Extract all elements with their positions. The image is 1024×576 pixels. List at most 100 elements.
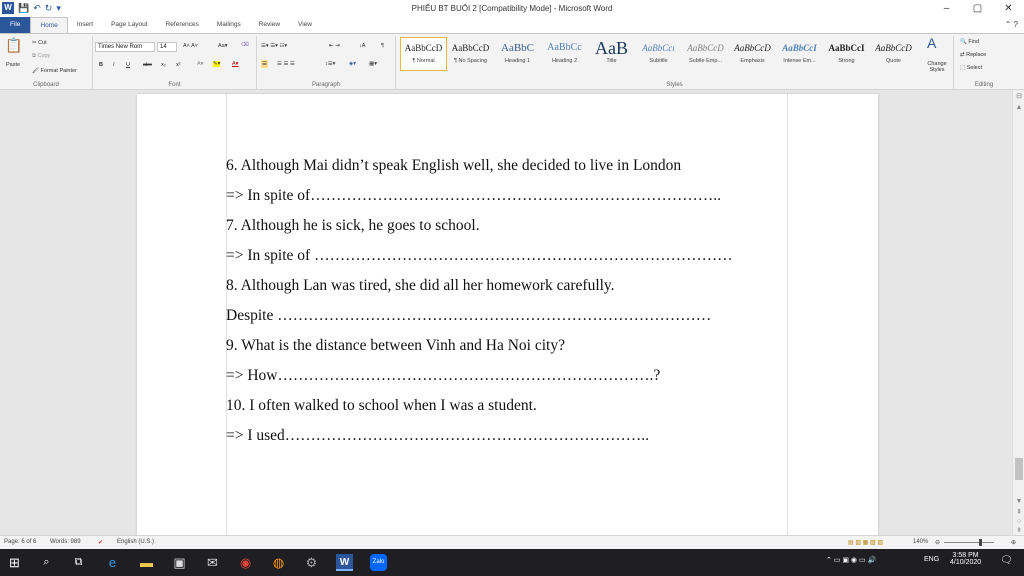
style-title[interactable]: AaB Title	[588, 37, 635, 71]
align-buttons-icon[interactable]: ☰ ☰ ☰	[277, 61, 295, 67]
scroll-thumb[interactable]	[1015, 458, 1023, 480]
zoom-in-icon[interactable]: ⊕	[1011, 539, 1016, 546]
paste-icon[interactable]: 📋	[4, 38, 24, 52]
subscript-button[interactable]: x₂	[161, 62, 166, 68]
notifications-icon[interactable]: 🗨	[1000, 555, 1013, 566]
ruler-toggle-icon[interactable]: ⊟	[1013, 92, 1024, 100]
page-count[interactable]: Page: 6 of 6	[4, 539, 36, 545]
minimize-button[interactable]: –	[931, 0, 962, 17]
style-subtitle[interactable]: AaBbCcı Subtitle	[635, 37, 682, 71]
bold-button[interactable]: B	[99, 62, 103, 68]
doc-line: => In spite of………………………………………………………………………	[226, 187, 721, 204]
bullets-icon[interactable]: ☰▾ ☰▾ ☷▾	[261, 43, 287, 49]
view-buttons-icon[interactable]: ▤ ▥ ▦ ▧ ▨	[848, 539, 883, 546]
tab-home[interactable]: Home	[30, 17, 68, 33]
proofing-icon[interactable]: ✔	[98, 539, 103, 546]
tab-mailings[interactable]: Mailings	[208, 17, 250, 33]
show-marks-button[interactable]: ¶	[381, 43, 384, 49]
tab-insert[interactable]: Insert	[68, 17, 102, 33]
sort-icon[interactable]: ↓A	[359, 43, 365, 49]
style-preview: AaBbCcI	[782, 43, 817, 53]
superscript-button[interactable]: x²	[176, 62, 181, 68]
copy-button[interactable]: ⧉ Copy	[32, 53, 50, 60]
style-strong[interactable]: AaBbCcI Strong	[823, 37, 870, 71]
style-normal[interactable]: AaBbCcD ¶ Normal	[400, 37, 447, 71]
indent-icon[interactable]: ⇤ ⇥	[329, 43, 340, 49]
tab-references[interactable]: References	[157, 17, 208, 33]
search-icon[interactable]: ⌕	[38, 554, 55, 571]
chrome-icon[interactable]: ◉	[237, 554, 254, 571]
word-count[interactable]: Words: 989	[50, 539, 81, 545]
zoom-out-icon[interactable]: ⊖	[935, 539, 940, 546]
italic-button[interactable]: I	[113, 62, 115, 68]
store-icon[interactable]: ▣	[171, 554, 188, 571]
mail-icon[interactable]: ✉	[204, 554, 221, 571]
window-title: PHIẾU BT BUỔI 2 [Compatibility Mode] - M…	[411, 4, 613, 13]
tab-file[interactable]: File	[0, 17, 31, 33]
file-explorer-icon[interactable]: ▬	[138, 554, 155, 571]
change-case-icon[interactable]: Aa▾	[218, 43, 228, 49]
help-icon[interactable]: ⌃ ?	[1005, 17, 1024, 33]
word-taskbar-icon[interactable]: W	[336, 554, 353, 571]
font-size-select[interactable]: 14	[157, 42, 177, 52]
clipboard-group: 📋 Paste ✂ Cut ⧉ Copy 🖌 Format Painter Cl…	[0, 36, 93, 89]
clear-format-icon[interactable]: ⌫	[241, 42, 249, 48]
find-button[interactable]: 🔍 Find	[960, 39, 979, 45]
cut-button[interactable]: ✂ Cut	[32, 40, 47, 46]
change-styles-button[interactable]: Change Styles	[922, 61, 952, 73]
task-view-icon[interactable]: ⧉	[70, 554, 87, 571]
font-name-select[interactable]: Times New Rom	[95, 42, 155, 52]
align-left-icon[interactable]: ☰	[261, 60, 268, 68]
line-spacing-icon[interactable]: ↕☰▾	[325, 61, 335, 67]
scroll-up-icon[interactable]: ▲	[1013, 104, 1024, 111]
strikethrough-button[interactable]: abc	[143, 62, 152, 68]
edge-icon[interactable]: e	[104, 554, 121, 571]
style-heading-1[interactable]: AaBbC Heading 1	[494, 37, 541, 71]
style-emphasis[interactable]: AaBbCcD Emphasis	[729, 37, 776, 71]
settings-icon[interactable]: ⚙	[303, 554, 320, 571]
highlight-icon[interactable]: ✎▾	[213, 61, 221, 67]
tray-icons[interactable]: ⌃ ▭ ▣ ◉ ▭ 🔊	[826, 556, 876, 564]
browse-object-icon[interactable]: ○	[1013, 518, 1024, 525]
borders-icon[interactable]: ▦▾	[369, 61, 377, 67]
document-page[interactable]: 6. Although Mai didn’t speak English wel…	[137, 94, 878, 535]
format-painter-button[interactable]: 🖌 Format Painter	[32, 68, 77, 74]
tab-review[interactable]: Review	[250, 17, 289, 33]
style-preview: AaBbC	[501, 42, 534, 54]
text-effects-icon[interactable]: A▾	[197, 61, 203, 67]
next-page-icon[interactable]: ⇟	[1013, 526, 1024, 534]
grow-font-icon[interactable]: A˄ A˅	[183, 43, 198, 49]
clock[interactable]: 3:58 PM 4/10/2020	[950, 552, 981, 566]
style-subtle-emphasis[interactable]: AaBbCcD Subtle Emp...	[682, 37, 729, 71]
firefox-icon[interactable]: ◍	[270, 554, 287, 571]
vertical-scrollbar[interactable]: ⊟ ▲ ▼ ⇞ ○ ⇟	[1012, 90, 1024, 535]
replace-button[interactable]: ⇄ Replace	[960, 52, 986, 58]
paste-button[interactable]: Paste	[6, 62, 20, 68]
previous-page-icon[interactable]: ⇞	[1013, 508, 1024, 516]
scroll-down-icon[interactable]: ▼	[1013, 498, 1024, 505]
style-preview: AaBbCcD	[734, 43, 771, 53]
font-color-icon[interactable]: A▾	[232, 61, 238, 67]
start-icon[interactable]: ⊞	[6, 554, 23, 571]
tab-page-layout[interactable]: Page Layout	[102, 17, 157, 33]
close-button[interactable]: ✕	[993, 0, 1024, 17]
zalo-icon[interactable]: Zalo	[370, 554, 387, 571]
input-language[interactable]: ENG	[924, 556, 939, 563]
style-heading-2[interactable]: AaBbCc Heading 2	[541, 37, 588, 71]
tab-view[interactable]: View	[289, 17, 321, 33]
underline-button[interactable]: U	[126, 62, 130, 68]
document-body[interactable]: 6. Although Mai didn’t speak English wel…	[226, 154, 733, 454]
zoom-slider[interactable]	[944, 542, 994, 543]
language-indicator[interactable]: English (U.S.)	[117, 539, 154, 545]
style-preview: AaBbCcD	[875, 43, 912, 53]
shading-icon[interactable]: ◈▾	[349, 61, 356, 67]
maximize-button[interactable]: ▢	[962, 0, 993, 17]
format-painter-label: Format Painter	[40, 68, 77, 74]
select-button[interactable]: ⬚ Select	[960, 65, 982, 71]
zoom-slider-knob[interactable]	[979, 539, 982, 546]
style-intense-emphasis[interactable]: AaBbCcI Intense Em...	[776, 37, 823, 71]
style-no-spacing[interactable]: AaBbCcD ¶ No Spacing	[447, 37, 494, 71]
zoom-level[interactable]: 140%	[913, 539, 928, 545]
change-styles-icon[interactable]: A	[927, 36, 936, 50]
style-quote[interactable]: AaBbCcD Quote	[870, 37, 917, 71]
